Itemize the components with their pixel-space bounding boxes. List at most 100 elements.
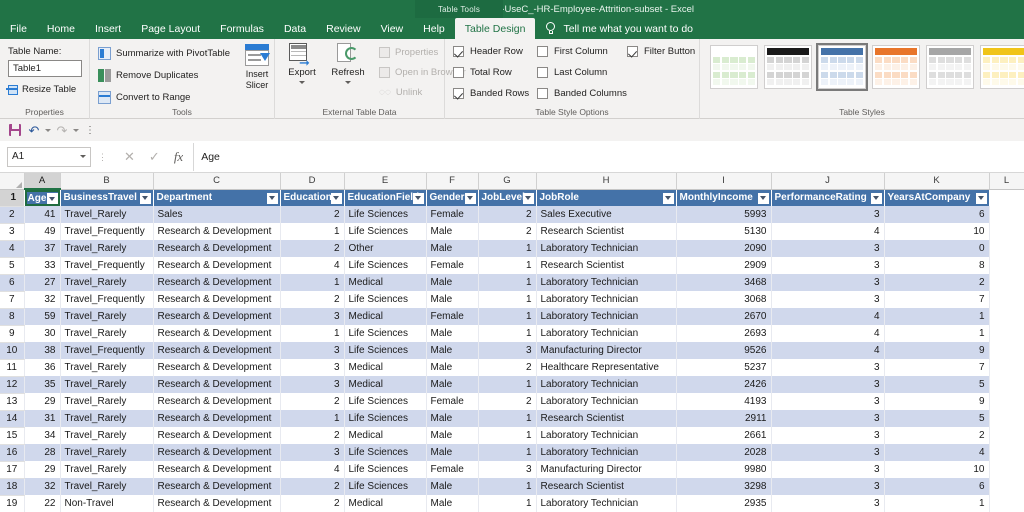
cell-K6[interactable]: 2 xyxy=(884,274,990,291)
cell-D10[interactable]: 3 xyxy=(280,342,345,359)
select-all-corner[interactable] xyxy=(0,173,25,190)
table-style-blue-style[interactable] xyxy=(816,43,868,91)
cell-K16[interactable]: 4 xyxy=(884,444,990,461)
cell-K19[interactable]: 1 xyxy=(884,495,990,512)
cell-J19[interactable]: 3 xyxy=(771,495,885,512)
cell-C17[interactable]: Research & Development xyxy=(153,461,281,478)
row-header-5[interactable]: 5 xyxy=(0,257,25,275)
row-header-10[interactable]: 10 xyxy=(0,342,25,360)
cell-E15[interactable]: Medical xyxy=(344,427,427,444)
cell-G4[interactable]: 1 xyxy=(478,240,537,257)
cell-C11[interactable]: Research & Development xyxy=(153,359,281,376)
column-header-H[interactable]: H xyxy=(536,173,677,190)
cell-J18[interactable]: 3 xyxy=(771,478,885,495)
cell-E16[interactable]: Life Sciences xyxy=(344,444,427,461)
cell-B10[interactable]: Travel_Frequently xyxy=(60,342,154,359)
cell-K18[interactable]: 6 xyxy=(884,478,990,495)
column-header-B[interactable]: B xyxy=(60,173,154,190)
filter-dropdown-icon[interactable] xyxy=(464,192,476,204)
cell-E7[interactable]: Life Sciences xyxy=(344,291,427,308)
empty-cell[interactable] xyxy=(989,495,1024,512)
cell-D12[interactable]: 3 xyxy=(280,376,345,393)
name-box[interactable]: A1 xyxy=(7,146,91,167)
table-header-cell-Age[interactable]: Age xyxy=(24,189,61,206)
cell-J10[interactable]: 4 xyxy=(771,342,885,359)
cell-C8[interactable]: Research & Development xyxy=(153,308,281,325)
filter-dropdown-icon[interactable] xyxy=(522,192,534,204)
cell-F19[interactable]: Male xyxy=(426,495,479,512)
cell-I4[interactable]: 2090 xyxy=(676,240,772,257)
empty-cell[interactable] xyxy=(989,410,1024,427)
cell-E8[interactable]: Medical xyxy=(344,308,427,325)
cell-D16[interactable]: 3 xyxy=(280,444,345,461)
empty-cell[interactable] xyxy=(989,257,1024,274)
cell-B16[interactable]: Travel_Rarely xyxy=(60,444,154,461)
row-header-1[interactable]: 1 xyxy=(0,189,25,207)
table-style-yellow-style[interactable] xyxy=(980,45,1024,89)
empty-cell[interactable] xyxy=(989,427,1024,444)
cell-K9[interactable]: 1 xyxy=(884,325,990,342)
table-header-cell-EducationField[interactable]: EducationField xyxy=(344,189,427,206)
row-header-13[interactable]: 13 xyxy=(0,393,25,411)
cell-H3[interactable]: Research Scientist xyxy=(536,223,677,240)
filter-dropdown-icon[interactable] xyxy=(662,192,674,204)
cell-A10[interactable]: 38 xyxy=(24,342,61,359)
cell-F4[interactable]: Male xyxy=(426,240,479,257)
convert-to-range-button[interactable]: Convert to Range xyxy=(98,91,190,104)
cell-C6[interactable]: Research & Development xyxy=(153,274,281,291)
cell-A12[interactable]: 35 xyxy=(24,376,61,393)
cell-I16[interactable]: 2028 xyxy=(676,444,772,461)
table-style-green-style[interactable] xyxy=(710,45,758,89)
cell-G11[interactable]: 2 xyxy=(478,359,537,376)
tab-file[interactable]: File xyxy=(0,18,37,39)
cell-B17[interactable]: Travel_Rarely xyxy=(60,461,154,478)
cell-A13[interactable]: 29 xyxy=(24,393,61,410)
cell-F17[interactable]: Female xyxy=(426,461,479,478)
cell-K8[interactable]: 1 xyxy=(884,308,990,325)
table-header-cell-MonthlyIncome[interactable]: MonthlyIncome xyxy=(676,189,772,206)
refresh-dropdown-caret-icon[interactable] xyxy=(345,81,351,84)
empty-cell[interactable] xyxy=(989,461,1024,478)
cell-I3[interactable]: 5130 xyxy=(676,223,772,240)
cell-A11[interactable]: 36 xyxy=(24,359,61,376)
checkbox-header-row[interactable]: Header Row xyxy=(453,46,523,57)
cell-F11[interactable]: Male xyxy=(426,359,479,376)
cell-H4[interactable]: Laboratory Technician xyxy=(536,240,677,257)
table-style-orange-style[interactable] xyxy=(872,45,920,89)
row-header-14[interactable]: 14 xyxy=(0,410,25,428)
column-header-E[interactable]: E xyxy=(344,173,427,190)
cell-D2[interactable]: 2 xyxy=(280,206,345,223)
checkbox-first-column[interactable]: First Column xyxy=(537,46,608,57)
cell-E14[interactable]: Life Sciences xyxy=(344,410,427,427)
remove-duplicates-button[interactable]: Remove Duplicates xyxy=(98,69,198,82)
filter-dropdown-icon[interactable] xyxy=(330,192,342,204)
cell-B5[interactable]: Travel_Frequently xyxy=(60,257,154,274)
export-dropdown-caret-icon[interactable] xyxy=(299,81,305,84)
cell-J15[interactable]: 3 xyxy=(771,427,885,444)
cell-C2[interactable]: Sales xyxy=(153,206,281,223)
cell-E5[interactable]: Life Sciences xyxy=(344,257,427,274)
empty-cell[interactable] xyxy=(989,291,1024,308)
cell-F8[interactable]: Female xyxy=(426,308,479,325)
cell-B19[interactable]: Non-Travel xyxy=(60,495,154,512)
empty-cell[interactable] xyxy=(989,189,1024,206)
cell-A16[interactable]: 28 xyxy=(24,444,61,461)
table-header-cell-PerformanceRating[interactable]: PerformanceRating xyxy=(771,189,885,206)
cell-K12[interactable]: 5 xyxy=(884,376,990,393)
cell-D7[interactable]: 2 xyxy=(280,291,345,308)
table-styles-gallery[interactable] xyxy=(710,43,1024,91)
cell-F13[interactable]: Female xyxy=(426,393,479,410)
empty-cell[interactable] xyxy=(989,359,1024,376)
cell-D4[interactable]: 2 xyxy=(280,240,345,257)
cell-C16[interactable]: Research & Development xyxy=(153,444,281,461)
row-header-17[interactable]: 17 xyxy=(0,461,25,479)
cell-A4[interactable]: 37 xyxy=(24,240,61,257)
export-button[interactable]: ➞ Export xyxy=(281,43,323,84)
tab-review[interactable]: Review xyxy=(316,18,370,39)
cell-F9[interactable]: Male xyxy=(426,325,479,342)
cell-E6[interactable]: Medical xyxy=(344,274,427,291)
cell-I18[interactable]: 3298 xyxy=(676,478,772,495)
cell-K15[interactable]: 2 xyxy=(884,427,990,444)
cell-A14[interactable]: 31 xyxy=(24,410,61,427)
cell-F16[interactable]: Male xyxy=(426,444,479,461)
